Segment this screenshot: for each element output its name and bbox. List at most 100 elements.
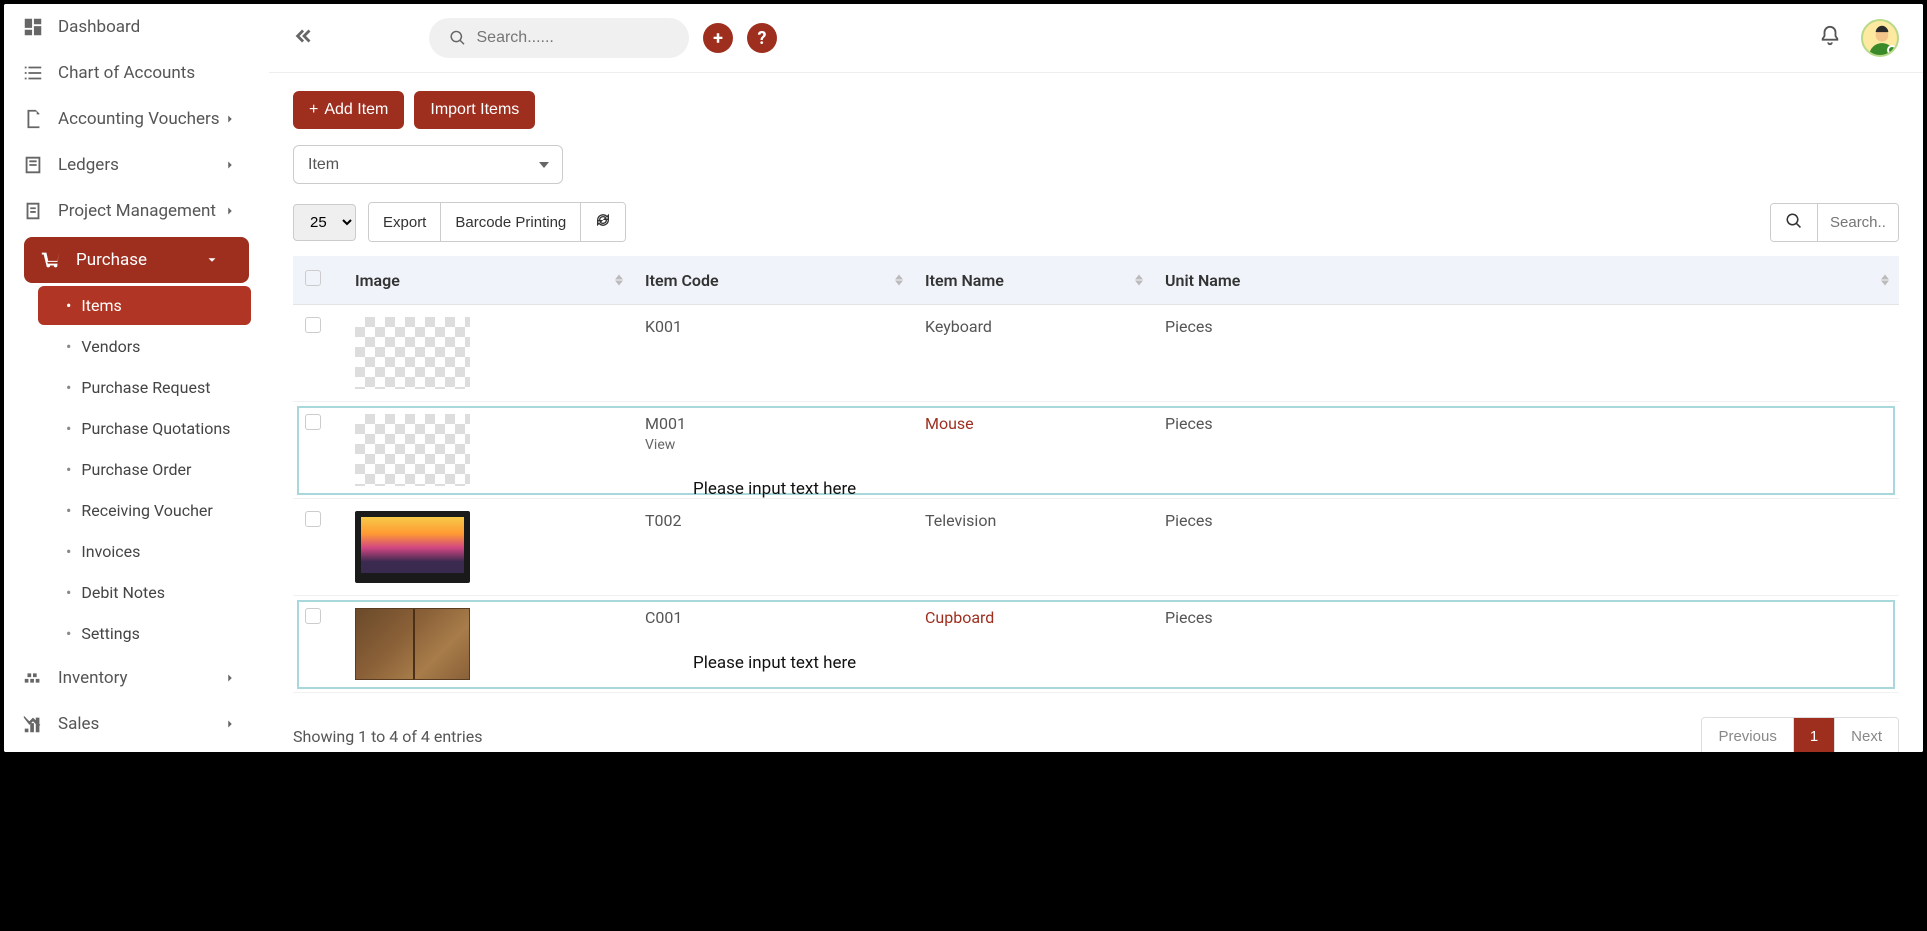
notifications-button[interactable] [1819,25,1841,51]
item-code: K001 [645,317,901,336]
nav-label: Chart of Accounts [58,63,195,83]
col-label: Image [355,271,400,290]
import-items-button[interactable]: Import Items [414,91,535,129]
sub-items[interactable]: Items [38,286,251,325]
add-button[interactable]: + [703,23,733,53]
page-size-select[interactable]: 25 [293,204,356,241]
chevron-right-icon [223,112,237,126]
row-checkbox[interactable] [305,317,321,333]
unit-name: Pieces [1153,402,1899,499]
sidebar: Dashboard Chart of Accounts Accounting V… [4,4,269,752]
overlay-text: Please input text here [693,653,856,673]
sort-icon [895,275,903,286]
cart-icon [40,249,62,271]
col-image[interactable]: Image [343,256,633,305]
prev-button[interactable]: Previous [1702,718,1793,752]
nav-label: Sales [58,714,99,734]
book-icon [22,154,44,176]
sort-icon [1881,275,1889,286]
clipboard-icon [22,200,44,222]
sub-label: Items [81,296,121,315]
col-label: Item Name [925,271,1004,290]
view-link[interactable]: View [645,437,901,453]
item-code: T002 [645,511,901,530]
col-item-name[interactable]: Item Name [913,256,1153,305]
search-icon [449,28,467,48]
item-thumbnail [355,511,470,583]
showing-text: Showing 1 to 4 of 4 entries [293,727,482,746]
nav-label: Dashboard [58,17,140,37]
sub-invoices[interactable]: Invoices [38,532,251,571]
help-icon: ? [758,28,767,49]
col-unit-name[interactable]: Unit Name [1153,256,1899,305]
nav-label: Inventory [58,668,128,688]
document-icon [22,108,44,130]
sub-purchase-order[interactable]: Purchase Order [38,450,251,489]
table-search-button[interactable] [1771,204,1818,241]
add-item-button[interactable]: + Add Item [293,91,404,129]
sub-debit-notes[interactable]: Debit Notes [38,573,251,612]
collapse-sidebar-button[interactable] [293,25,315,51]
item-code: C001 [645,608,901,627]
nav-inventory[interactable]: Inventory [4,655,269,701]
chart-icon [22,713,44,735]
col-checkbox[interactable] [293,256,343,305]
item-filter-select[interactable]: Item [293,145,563,184]
pagination: Previous 1 Next [1701,717,1899,752]
row-checkbox[interactable] [305,608,321,624]
nav-dashboard[interactable]: Dashboard [4,4,269,50]
page-1-button[interactable]: 1 [1794,718,1835,752]
user-avatar[interactable] [1861,19,1899,57]
global-search[interactable] [429,18,689,58]
sub-purchase-quotations[interactable]: Purchase Quotations [38,409,251,448]
list-icon [22,62,44,84]
table-row[interactable]: M001ViewPlease input text hereMousePiece… [293,402,1899,499]
double-chevron-left-icon [293,25,315,47]
chevron-down-icon [205,253,219,267]
export-button[interactable]: Export [369,203,441,241]
items-table: Image Item Code Item Name Unit Name K001… [293,256,1899,693]
nav-sales[interactable]: Sales [4,701,269,747]
boxes-icon [22,667,44,689]
sub-purchase-request[interactable]: Purchase Request [38,368,251,407]
item-thumbnail [355,317,470,389]
col-item-code[interactable]: Item Code [633,256,913,305]
row-checkbox[interactable] [305,511,321,527]
sub-receiving-voucher[interactable]: Receiving Voucher [38,491,251,530]
nav-chart-accounts[interactable]: Chart of Accounts [4,50,269,96]
purchase-submenu: Items Vendors Purchase Request Purchase … [4,286,269,653]
table-row[interactable]: T002TelevisionPieces [293,499,1899,596]
nav-ledgers[interactable]: Ledgers [4,142,269,188]
chevron-right-icon [223,671,237,685]
next-button[interactable]: Next [1835,718,1898,752]
table-row[interactable]: K001KeyboardPieces [293,305,1899,402]
nav-label: Project Management [58,201,216,221]
nav-purchase[interactable]: Purchase [24,237,249,283]
sub-settings[interactable]: Settings [38,614,251,653]
table-search-input[interactable] [1818,204,1898,241]
nav-project[interactable]: Project Management [4,188,269,234]
help-button[interactable]: ? [747,23,777,53]
unit-name: Pieces [1153,305,1899,402]
item-thumbnail [355,608,470,680]
search-input[interactable] [477,29,670,47]
sub-label: Purchase Quotations [81,419,230,438]
table-header-row: Image Item Code Item Name Unit Name [293,256,1899,305]
unit-name: Pieces [1153,499,1899,596]
sub-label: Debit Notes [81,583,165,602]
plus-icon: + [309,101,318,119]
col-label: Item Code [645,271,719,290]
col-label: Unit Name [1165,271,1240,290]
sub-label: Purchase Request [81,378,210,397]
barcode-printing-button[interactable]: Barcode Printing [441,203,581,241]
nav-vouchers[interactable]: Accounting Vouchers [4,96,269,142]
refresh-button[interactable] [581,203,625,241]
chevron-right-icon [223,717,237,731]
select-all-checkbox[interactable] [305,270,321,286]
sub-vendors[interactable]: Vendors [38,327,251,366]
row-checkbox[interactable] [305,414,321,430]
table-row[interactable]: C001Please input text hereCupboardPieces [293,596,1899,693]
add-item-label: Add Item [324,101,388,119]
topbar: + ? [269,4,1923,73]
unit-name: Pieces [1153,596,1899,693]
